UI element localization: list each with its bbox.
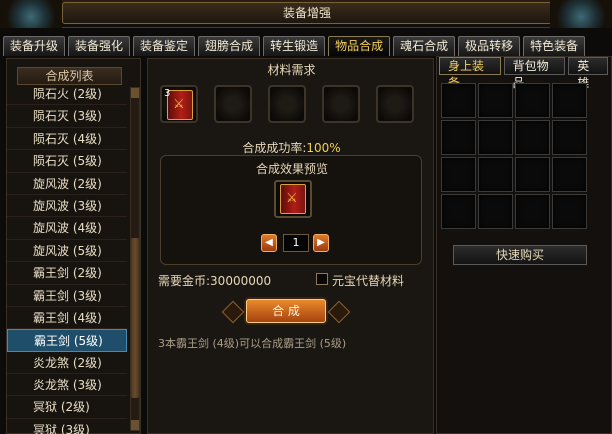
list-scrollbar[interactable]: [130, 87, 140, 431]
skill-book-icon: [167, 90, 193, 120]
tab-bag-items[interactable]: 背包物品: [503, 57, 566, 90]
inventory-slot[interactable]: [552, 120, 587, 155]
list-item[interactable]: 炎龙煞 (3级): [7, 374, 127, 397]
synthesis-panel: 材料需求 3 合成成功率:100% 合成效果预览 ◀ 1 ▶ 需要金币:3000…: [147, 58, 434, 434]
synthesis-description: 3本霸王剑 (4级)可以合成霸王剑 (5级): [158, 337, 347, 350]
material-slot[interactable]: [376, 85, 414, 123]
scroll-down-icon[interactable]: [131, 420, 139, 430]
list-item[interactable]: 冥狱 (3级): [7, 419, 127, 434]
tab-equipment-upgrade[interactable]: 装备升级: [3, 36, 66, 56]
required-gold: 需要金币:30000000: [158, 272, 271, 289]
synthesis-list-panel: 合成列表 陨石火 (2级) 陨石灭 (3级) 陨石灭 (4级) 陨石灭 (5级)…: [6, 58, 141, 434]
tab-bar: 装备升级 装备强化 装备鉴定 翅膀合成 转生锻造 物品合成 魂石合成 极品转移 …: [0, 36, 612, 56]
preview-slot[interactable]: [274, 180, 312, 218]
inventory-panel: 身上装备 背包物品 英雄 快速购买: [436, 56, 612, 434]
material-slot[interactable]: [322, 85, 360, 123]
inventory-tabs: 身上装备 背包物品 英雄: [439, 57, 611, 90]
inventory-slot[interactable]: [552, 157, 587, 192]
quick-buy-button[interactable]: 快速购买: [453, 245, 587, 265]
list-item[interactable]: 旋风波 (2级): [7, 173, 127, 195]
tab-hero[interactable]: 英雄: [568, 57, 608, 90]
tab-equipment-enhance[interactable]: 装备强化: [68, 36, 131, 56]
inventory-slot[interactable]: [515, 83, 550, 118]
success-rate-label: 合成成功率:: [242, 141, 307, 155]
substitute-label: 元宝代替材料: [332, 274, 405, 288]
list-item-selected[interactable]: 霸王剑 (5级): [7, 329, 127, 352]
list-item[interactable]: 霸王剑 (3级): [7, 285, 127, 307]
dragon-ornament-right-icon: [550, 0, 612, 28]
material-slot[interactable]: 3: [160, 85, 198, 123]
tab-equipped[interactable]: 身上装备: [439, 57, 501, 90]
inventory-slot[interactable]: [441, 83, 476, 118]
decrease-quantity-button[interactable]: ◀: [261, 234, 277, 252]
tab-premium-transfer[interactable]: 极品转移: [458, 36, 521, 56]
list-item[interactable]: 炎龙煞 (2级): [7, 352, 127, 375]
tab-wing-synthesis[interactable]: 翅膀合成: [198, 36, 261, 56]
inventory-slot[interactable]: [478, 120, 513, 155]
tab-special-equipment[interactable]: 特色装备: [523, 36, 586, 56]
list-item[interactable]: 冥狱 (2级): [7, 396, 127, 419]
tab-rebirth-forge[interactable]: 转生锻造: [263, 36, 326, 56]
inventory-slot[interactable]: [441, 194, 476, 229]
inventory-slot[interactable]: [515, 157, 550, 192]
list-item[interactable]: 陨石灭 (4级): [7, 128, 127, 151]
list-item[interactable]: 霸王剑 (2级): [7, 262, 127, 285]
success-rate-line: 合成成功率:100%: [148, 139, 435, 156]
list-item[interactable]: 陨石火 (2级): [7, 83, 127, 106]
list-item[interactable]: 霸王剑 (4级): [7, 307, 127, 330]
scroll-up-icon[interactable]: [131, 88, 139, 98]
inventory-slot[interactable]: [478, 157, 513, 192]
increase-quantity-button[interactable]: ▶: [313, 234, 329, 252]
material-slot[interactable]: [214, 85, 252, 123]
inventory-slot[interactable]: [552, 83, 587, 118]
inventory-slot[interactable]: [441, 120, 476, 155]
tab-item-synthesis[interactable]: 物品合成: [328, 36, 391, 56]
dragon-ornament-left-icon: [0, 0, 62, 28]
scroll-thumb[interactable]: [131, 238, 139, 398]
gold-value: 30000000: [210, 274, 272, 288]
skill-book-icon: [280, 184, 306, 214]
preview-title: 合成效果预览: [255, 162, 328, 176]
success-rate-value: 100%: [306, 141, 341, 155]
tab-equipment-identify[interactable]: 装备鉴定: [133, 36, 196, 56]
inventory-slot[interactable]: [515, 120, 550, 155]
inventory-slot[interactable]: [515, 194, 550, 229]
inventory-slot[interactable]: [441, 157, 476, 192]
list-item[interactable]: 旋风波 (5级): [7, 240, 127, 263]
substitute-checkbox[interactable]: [316, 273, 328, 285]
material-slot[interactable]: [268, 85, 306, 123]
material-count: 3: [164, 88, 171, 99]
gold-label: 需要金币:: [158, 274, 211, 288]
tab-soulstone-synthesis[interactable]: 魂石合成: [393, 36, 456, 56]
inventory-grid: [441, 83, 587, 229]
list-item[interactable]: 旋风波 (3级): [7, 195, 127, 218]
quantity-field[interactable]: 1: [283, 234, 309, 252]
window-title: 装备增强: [62, 2, 552, 24]
synthesize-button[interactable]: 合 成: [246, 299, 326, 323]
inventory-slot[interactable]: [478, 194, 513, 229]
inventory-slot[interactable]: [478, 83, 513, 118]
list-item[interactable]: 陨石灭 (5级): [7, 150, 127, 173]
synthesis-list: 陨石火 (2级) 陨石灭 (3级) 陨石灭 (4级) 陨石灭 (5级) 旋风波 …: [7, 83, 127, 434]
title-bar: 装备增强: [0, 0, 612, 28]
inventory-slot[interactable]: [552, 194, 587, 229]
material-title: 材料需求: [267, 63, 316, 77]
preview-box: 合成效果预览 ◀ 1 ▶: [160, 155, 422, 265]
list-item[interactable]: 旋风波 (4级): [7, 217, 127, 240]
list-item[interactable]: 陨石灭 (3级): [7, 105, 127, 128]
